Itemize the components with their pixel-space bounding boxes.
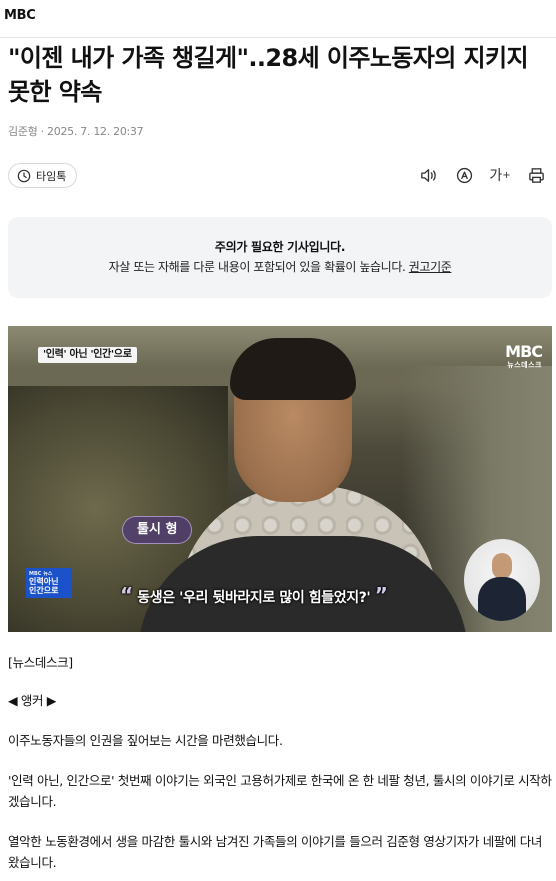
font-size-button[interactable]: 가 + [489, 165, 511, 185]
warning-title: 주의가 필요한 기사입니다. [214, 240, 346, 254]
paragraph-1: 이주노동자들의 인권을 짚어보는 시간을 마련했습니다. [8, 733, 283, 748]
timetalk-label: 타임톡 [36, 169, 67, 183]
mbc-newsdesk-logo: MBC 뉴스데스크 [505, 342, 543, 370]
sign-language-interpreter [464, 539, 540, 621]
series-logo-line2: 인간으로 [29, 586, 59, 595]
paragraph-3: 열악한 노동환경에서 생을 마감한 툴시와 남겨진 가족들의 이야기를 들으러 … [8, 834, 543, 870]
video-subtitle: “ 동생은 '우리 뒷바라지로 많이 힘들었지?' ” [120, 583, 388, 607]
video-player[interactable]: '인력' 아닌 '인간'으로 MBC 뉴스데스크 툴시 형 “ 동생은 '우리 … [8, 326, 552, 632]
print-icon[interactable] [526, 165, 546, 185]
speaker-icon[interactable] [418, 165, 438, 185]
content-warning-box: 주의가 필요한 기사입니다. 자살 또는 자해를 다룬 내용이 포함되어 있을 … [8, 217, 552, 298]
summary-icon[interactable] [454, 165, 474, 185]
subtitle-text: 동생은 '우리 뒷바라지로 많이 힘들었지?' [137, 590, 371, 606]
top-bar: MBC [0, 0, 556, 38]
plus-icon: + [502, 169, 511, 181]
program-tag: '인력' 아닌 '인간'으로 [38, 347, 137, 363]
quote-close-icon: ” [374, 583, 388, 607]
logo-sub: 뉴스데스크 [507, 361, 542, 369]
logo-main: MBC [505, 342, 543, 361]
person-hair [230, 338, 356, 400]
interpreter-suit [478, 577, 526, 621]
warning-body: 자살 또는 자해를 다룬 내용이 포함되어 있을 확률이 높습니다. 권고기준 [8, 258, 552, 275]
series-logo-top: MBC 뉴스 [29, 571, 53, 577]
quote-open-icon: “ [120, 583, 133, 607]
brand-logo[interactable]: MBC [4, 8, 36, 23]
guideline-link[interactable]: 권고기준 [409, 260, 452, 274]
article-title: "이젠 내가 가족 챙길게"..28세 이주노동자의 지키지 못한 약속 [8, 44, 529, 106]
anchor-label: ◀ 앵커 ▶ [8, 693, 57, 708]
article-tools: 가 + [418, 165, 546, 185]
paragraph-2: '인력 아닌, 인간으로' 첫번째 이야기는 외국인 고용허가제로 한국에 온 … [8, 773, 552, 809]
timetalk-button[interactable]: 타임톡 [8, 163, 78, 188]
interpreter-face [492, 553, 512, 579]
series-logo-line1: 인력아닌 [29, 577, 59, 586]
speaker-name-tag: 툴시 형 [122, 516, 193, 544]
series-logo: MBC 뉴스 인력아닌 인간으로 [26, 568, 72, 598]
warning-text: 자살 또는 자해를 다룬 내용이 포함되어 있을 확률이 높습니다. [108, 260, 406, 274]
font-size-label: 가 [489, 168, 503, 184]
clock-icon [17, 169, 31, 182]
article-byline: 김준형 · 2025. 7. 12. 20:37 [8, 125, 144, 138]
section-label: [뉴스데스크] [8, 655, 73, 670]
